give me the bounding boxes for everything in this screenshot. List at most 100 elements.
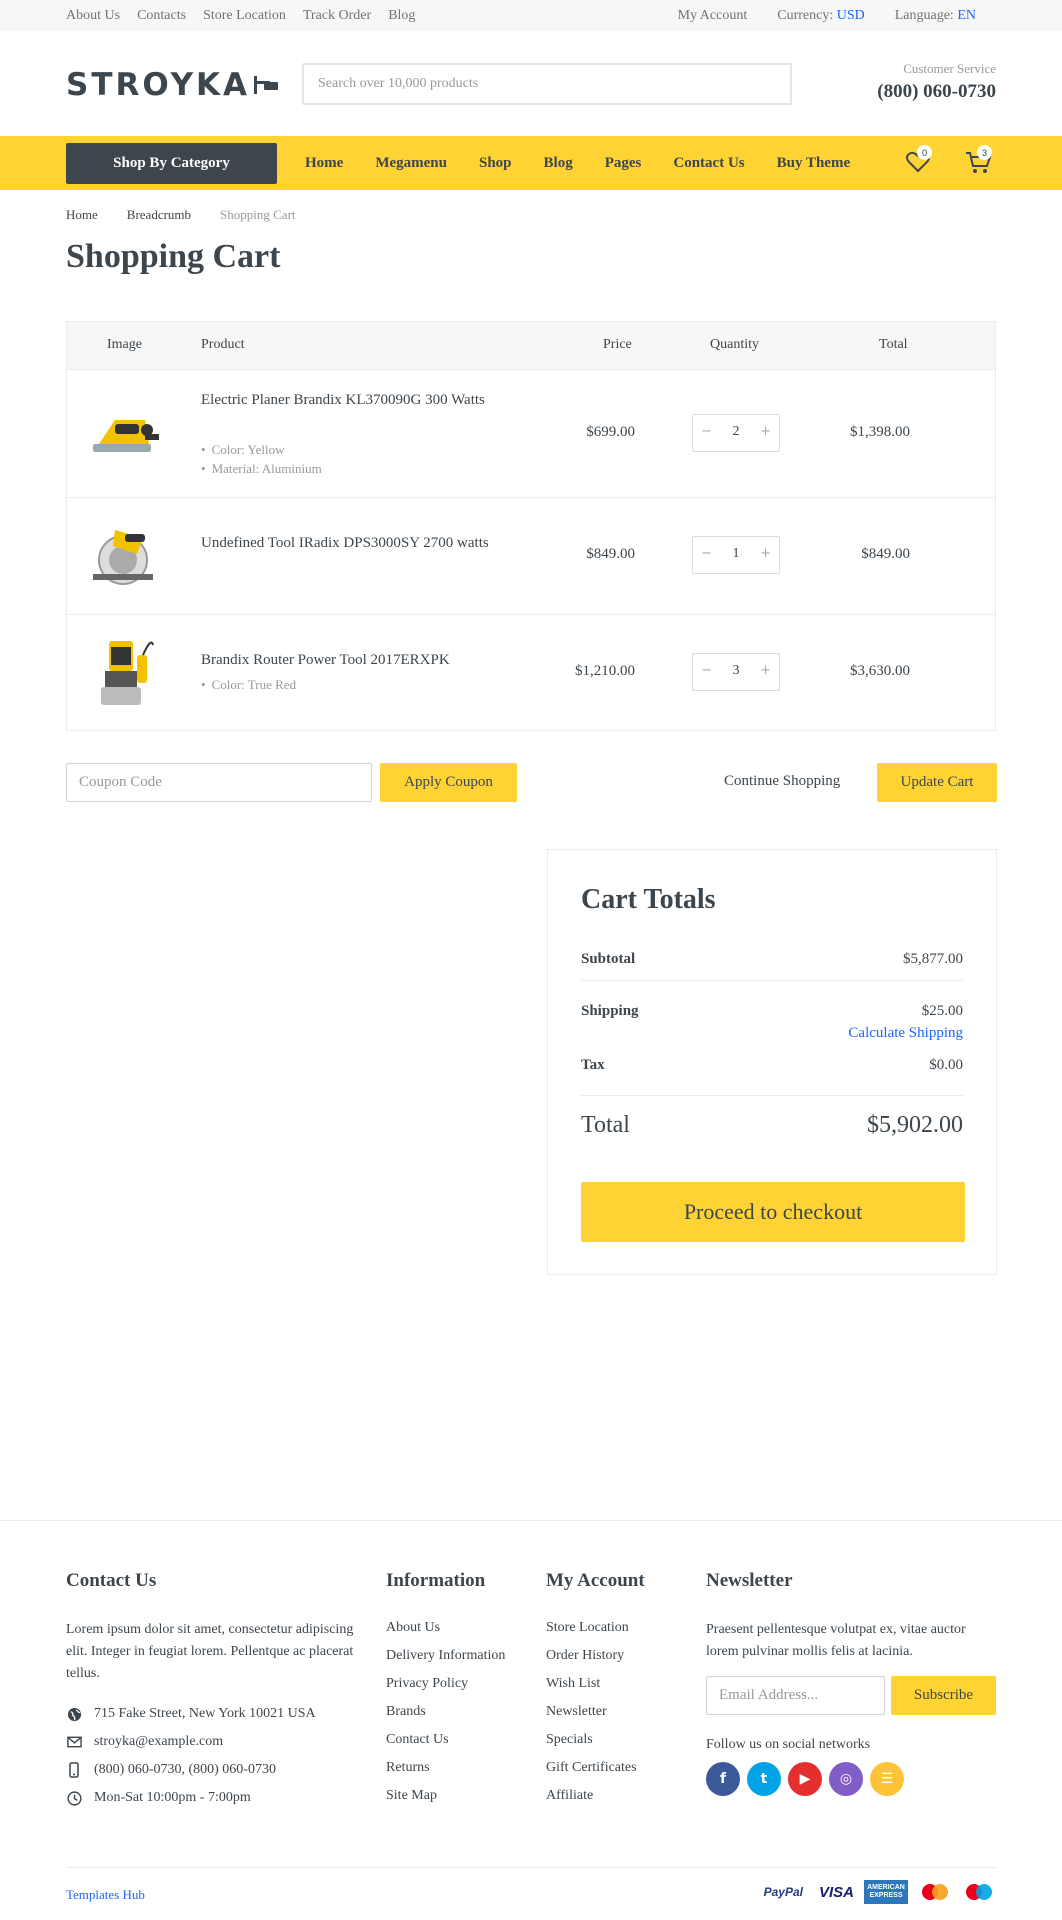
quantity-stepper[interactable]: − 1 +: [692, 536, 780, 574]
logo[interactable]: STROYKA: [66, 67, 280, 103]
language-selector[interactable]: Language: EN: [895, 8, 976, 24]
nav-contact-us[interactable]: Contact Us: [657, 155, 760, 172]
product-name[interactable]: Brandix Router Power Tool 2017ERXPK: [201, 648, 491, 672]
topbar: About Us Contacts Store Location Track O…: [0, 0, 1062, 31]
footer-link[interactable]: Order History: [546, 1642, 686, 1670]
twitter-icon-glyph: t: [760, 1771, 768, 1787]
product-options: Color: True Red: [201, 675, 297, 694]
grand-total-value: $5,902.00: [867, 1112, 963, 1138]
copyright-link[interactable]: Templates Hub: [66, 1887, 145, 1903]
topbar-link-about[interactable]: About Us: [66, 8, 120, 24]
table-row: Undefined Tool IRadix DPS3000SY 2700 wat…: [67, 498, 995, 615]
router-image[interactable]: [85, 633, 165, 713]
calculate-shipping-link[interactable]: Calculate Shipping: [848, 1025, 963, 1042]
phone-text: (800) 060-0730, (800) 060-0730: [94, 1762, 276, 1777]
footer-link[interactable]: Newsletter: [546, 1698, 686, 1726]
footer-link[interactable]: Brands: [386, 1698, 526, 1726]
cart-count-badge: 3: [977, 145, 992, 160]
hours-text: Mon-Sat 10:00pm - 7:00pm: [94, 1790, 251, 1805]
customer-service-phone[interactable]: (800) 060-0730: [877, 81, 996, 103]
update-cart-button[interactable]: Update Cart: [877, 763, 997, 802]
nav-shop[interactable]: Shop: [463, 155, 528, 172]
breadcrumb: Home Breadcrumb Shopping Cart: [66, 207, 325, 223]
footer-link[interactable]: Specials: [546, 1726, 686, 1754]
cart-button[interactable]: 3: [960, 144, 996, 180]
footer-link[interactable]: Returns: [386, 1754, 526, 1782]
instagram-icon[interactable]: ◎: [829, 1762, 863, 1796]
continue-shopping-link[interactable]: Continue Shopping: [724, 773, 840, 790]
topbar-link-contacts[interactable]: Contacts: [137, 8, 186, 24]
shipping-label: Shipping: [581, 1003, 639, 1019]
twitter-icon[interactable]: t: [747, 1762, 781, 1796]
cart-table: Image Product Price Quantity Total Elect…: [66, 321, 996, 731]
product-price: $1,210.00: [575, 663, 635, 679]
facebook-icon[interactable]: f: [706, 1762, 740, 1796]
divider: [581, 1095, 963, 1096]
quantity-increment-button[interactable]: +: [760, 663, 771, 678]
currency-selector[interactable]: Currency: USD: [777, 8, 865, 24]
shop-by-category-button[interactable]: Shop By Category: [66, 143, 277, 184]
instagram-icon-glyph: ◎: [839, 1771, 853, 1787]
quantity-increment-button[interactable]: +: [760, 424, 771, 439]
quantity-stepper[interactable]: − 2 +: [692, 414, 780, 452]
footer-link[interactable]: Site Map: [386, 1782, 526, 1810]
nav-pages[interactable]: Pages: [589, 155, 658, 172]
address-text: 715 Fake Street, New York 10021 USA: [94, 1706, 316, 1721]
proceed-to-checkout-button[interactable]: Proceed to checkout: [581, 1182, 965, 1242]
product-name[interactable]: Undefined Tool IRadix DPS3000SY 2700 wat…: [201, 531, 491, 555]
footer-link[interactable]: About Us: [386, 1614, 526, 1642]
footer-link[interactable]: Delivery Information: [386, 1642, 526, 1670]
wishlist-button[interactable]: 0: [900, 144, 936, 180]
product-option: Color: True Red: [201, 675, 297, 694]
footer-bottom-divider: [66, 1867, 996, 1868]
footer-link[interactable]: Wish List: [546, 1670, 686, 1698]
my-account-link[interactable]: My Account: [678, 8, 748, 24]
breadcrumb-home[interactable]: Home: [66, 207, 98, 223]
divider: [581, 980, 963, 981]
footer-link[interactable]: Affiliate: [546, 1782, 686, 1810]
facebook-icon-glyph: f: [719, 1771, 727, 1787]
search-input[interactable]: [302, 63, 792, 105]
envelope-icon: [66, 1734, 82, 1750]
quantity-increment-button[interactable]: +: [760, 546, 771, 561]
customer-service-label: Customer Service: [903, 61, 996, 76]
topbar-right: My Account Currency: USD Language: EN: [678, 8, 976, 24]
breadcrumb-middle[interactable]: Breadcrumb: [127, 207, 191, 223]
subscribe-button[interactable]: Subscribe: [891, 1676, 996, 1715]
header-product: Product: [201, 337, 245, 352]
currency-value: USD: [836, 8, 865, 23]
nav-megamenu[interactable]: Megamenu: [359, 155, 463, 172]
circular-saw-image[interactable]: [85, 516, 165, 596]
nav-buy-theme[interactable]: Buy Theme: [761, 155, 866, 172]
mobile-phone-icon: [66, 1762, 82, 1778]
product-name[interactable]: Electric Planer Brandix KL370090G 300 Wa…: [201, 388, 491, 412]
paint-roller-icon: [254, 76, 279, 94]
email-line: stroyka@example.com: [66, 1734, 223, 1750]
header-quantity: Quantity: [710, 337, 759, 352]
email-text[interactable]: stroyka@example.com: [94, 1734, 223, 1750]
globe-icon: [66, 1706, 82, 1722]
footer-link[interactable]: Privacy Policy: [386, 1670, 526, 1698]
topbar-link-store-location[interactable]: Store Location: [203, 8, 286, 24]
nav-icons: 0 3: [900, 144, 996, 180]
apply-coupon-button[interactable]: Apply Coupon: [380, 763, 517, 802]
youtube-icon[interactable]: ▶: [788, 1762, 822, 1796]
footer-link[interactable]: Gift Certificates: [546, 1754, 686, 1782]
footer-link[interactable]: Store Location: [546, 1614, 686, 1642]
newsletter-email-input[interactable]: [706, 1676, 885, 1715]
header: STROYKA Customer Service (800) 060-0730: [0, 31, 1062, 136]
nav-links: Home Megamenu Shop Blog Pages Contact Us…: [289, 136, 866, 190]
page-title: Shopping Cart: [66, 238, 281, 275]
coupon-code-input[interactable]: [66, 763, 372, 802]
nav-home[interactable]: Home: [289, 155, 359, 172]
rss-icon[interactable]: ☰: [870, 1762, 904, 1796]
footer-information-links: About Us Delivery Information Privacy Po…: [386, 1614, 526, 1810]
quantity-stepper[interactable]: − 3 +: [692, 653, 780, 691]
footer-newsletter: Newsletter Praesent pellentesque volutpa…: [706, 1570, 996, 1810]
topbar-link-blog[interactable]: Blog: [388, 8, 415, 24]
nav-blog[interactable]: Blog: [528, 155, 589, 172]
footer-link[interactable]: Contact Us: [386, 1726, 526, 1754]
visa-icon: VISA: [818, 1883, 854, 1901]
planer-image[interactable]: [85, 394, 165, 474]
topbar-link-track-order[interactable]: Track Order: [303, 8, 371, 24]
